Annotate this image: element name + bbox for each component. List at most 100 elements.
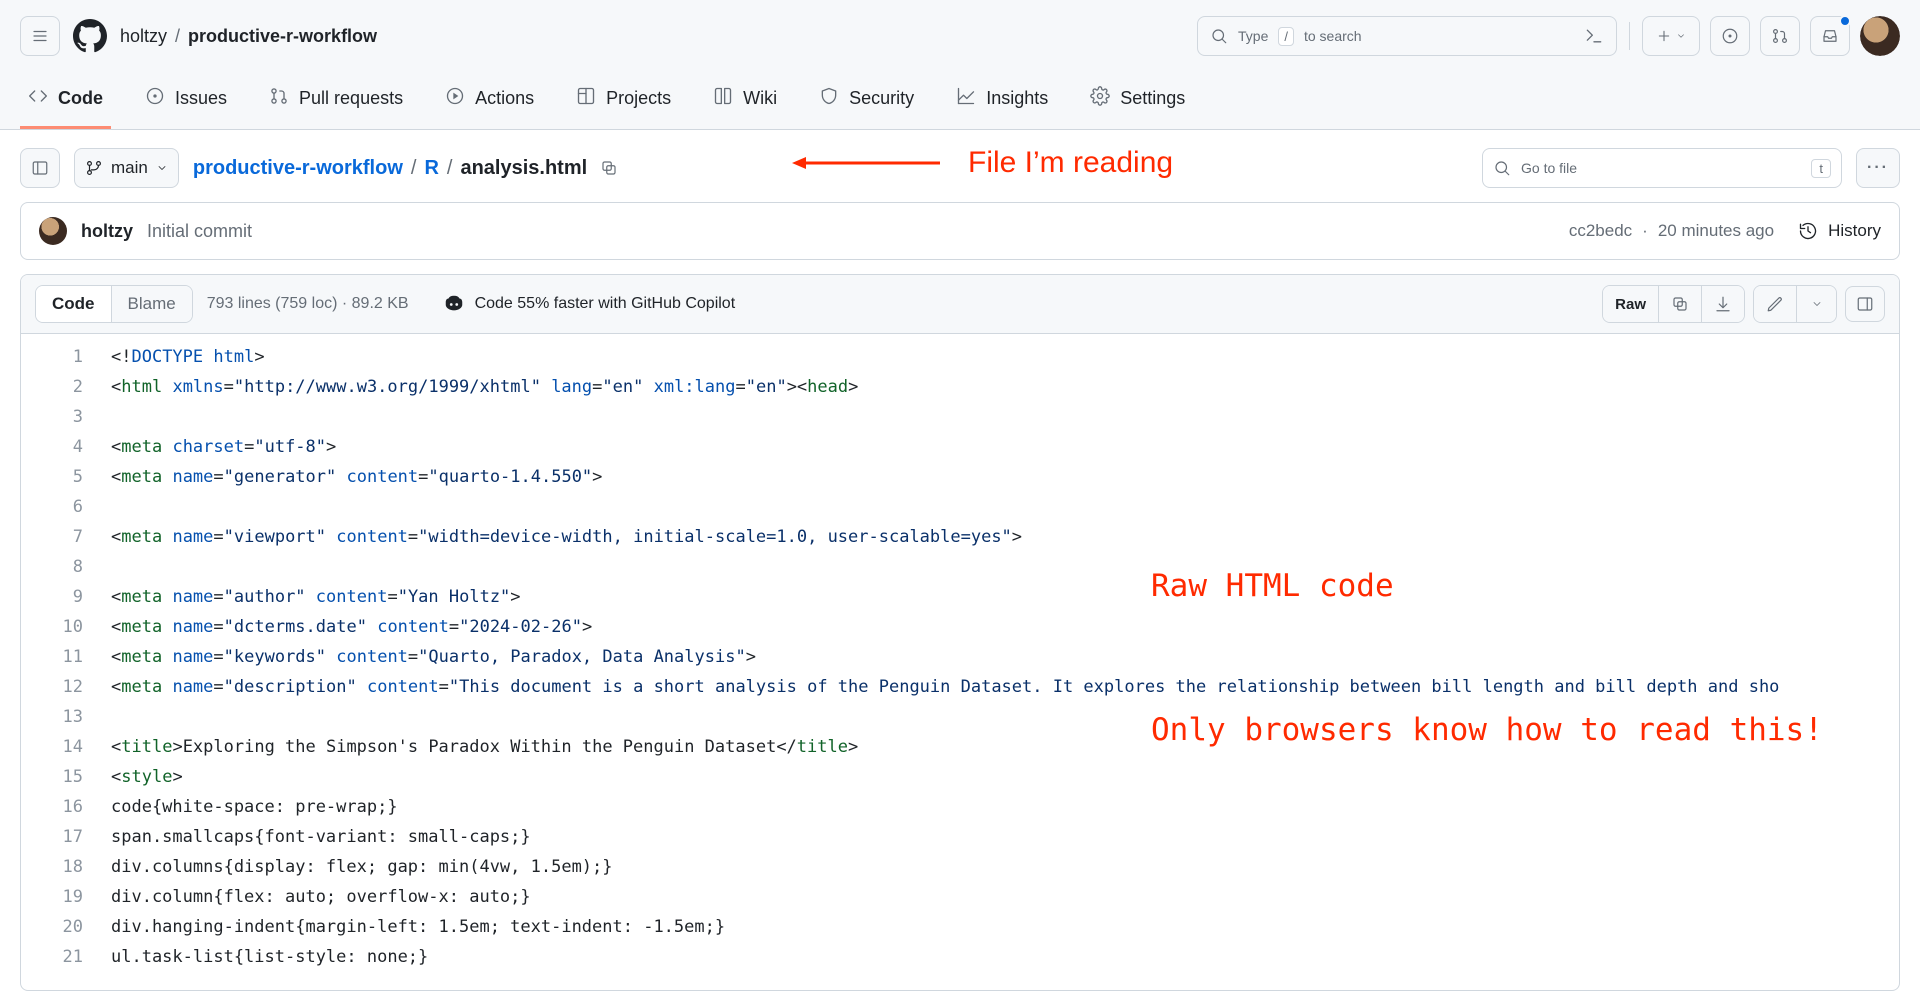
code-line[interactable]: <meta name="author" content="Yan Holtz">	[111, 582, 1899, 612]
issues-shortcut-button[interactable]	[1710, 16, 1750, 56]
code-line[interactable]	[111, 702, 1899, 732]
line-number[interactable]: 12	[21, 672, 111, 702]
code-line[interactable]: <!DOCTYPE html>	[111, 342, 1899, 372]
code-line[interactable]: <meta charset="utf-8">	[111, 432, 1899, 462]
tab-pull-requests[interactable]: Pull requests	[261, 72, 411, 129]
commit-author[interactable]: holtzy	[81, 221, 133, 242]
tab-code-label: Code	[58, 88, 103, 109]
history-link[interactable]: History	[1828, 221, 1881, 241]
code-line[interactable]	[111, 492, 1899, 522]
view-blame-tab[interactable]: Blame	[112, 286, 192, 322]
line-number[interactable]: 20	[21, 912, 111, 942]
create-new-button[interactable]	[1642, 16, 1700, 56]
edit-button[interactable]	[1754, 286, 1796, 322]
owner-link[interactable]: holtzy	[120, 26, 167, 47]
line-number[interactable]: 15	[21, 762, 111, 792]
global-search-input[interactable]: Type / to search	[1197, 16, 1617, 56]
line-number[interactable]: 6	[21, 492, 111, 522]
code-line[interactable]: div.hanging-indent{margin-left: 1.5em; t…	[111, 912, 1899, 942]
code-blame-segment: Code Blame	[35, 285, 193, 323]
code-line[interactable]: <meta name="generator" content="quarto-1…	[111, 462, 1899, 492]
line-number[interactable]: 2	[21, 372, 111, 402]
code-line[interactable]	[111, 402, 1899, 432]
code-line[interactable]	[111, 552, 1899, 582]
line-number[interactable]: 3	[21, 402, 111, 432]
line-number[interactable]: 17	[21, 822, 111, 852]
commit-author-avatar[interactable]	[39, 217, 67, 245]
pulls-shortcut-button[interactable]	[1760, 16, 1800, 56]
commit-dot: ·	[1642, 221, 1648, 241]
code-icon	[28, 86, 48, 106]
commit-sha[interactable]: cc2bedc	[1569, 221, 1632, 241]
tab-actions[interactable]: Actions	[437, 72, 542, 129]
tab-settings[interactable]: Settings	[1082, 72, 1193, 129]
code-line[interactable]: <meta name="viewport" content="width=dev…	[111, 522, 1899, 552]
line-number[interactable]: 11	[21, 642, 111, 672]
path-sep: /	[447, 157, 453, 180]
commit-message[interactable]: Initial commit	[147, 221, 252, 242]
hamburger-button[interactable]	[20, 16, 60, 56]
line-number[interactable]: 1	[21, 342, 111, 372]
tab-code[interactable]: Code	[20, 72, 111, 129]
download-button[interactable]	[1701, 286, 1744, 322]
code-line[interactable]: code{white-space: pre-wrap;}	[111, 792, 1899, 822]
line-number[interactable]: 16	[21, 792, 111, 822]
github-logo-icon[interactable]	[70, 16, 110, 56]
code-line[interactable]: div.column{flex: auto; overflow-x: auto;…	[111, 882, 1899, 912]
line-number[interactable]: 13	[21, 702, 111, 732]
line-number[interactable]: 4	[21, 432, 111, 462]
raw-button[interactable]: Raw	[1603, 286, 1658, 322]
view-code-tab[interactable]: Code	[36, 286, 112, 322]
user-avatar[interactable]	[1860, 16, 1900, 56]
tab-issues[interactable]: Issues	[137, 72, 235, 129]
code-line[interactable]: <meta name="dcterms.date" content="2024-…	[111, 612, 1899, 642]
code-toolbar: Code Blame 793 lines (759 loc) · 89.2 KB…	[21, 275, 1899, 334]
code-line[interactable]: <meta name="keywords" content="Quarto, P…	[111, 642, 1899, 672]
code-line[interactable]: span.smallcaps{font-variant: small-caps;…	[111, 822, 1899, 852]
command-palette-icon[interactable]	[1584, 26, 1604, 46]
tab-insights[interactable]: Insights	[948, 72, 1056, 129]
line-number[interactable]: 8	[21, 552, 111, 582]
edit-menu-button[interactable]	[1796, 286, 1836, 322]
path-dir-link[interactable]: R	[424, 157, 438, 180]
line-number[interactable]: 7	[21, 522, 111, 552]
copy-raw-button[interactable]	[1658, 286, 1701, 322]
code-line[interactable]: ul.task-list{list-style: none;}	[111, 942, 1899, 972]
repo-tabs: Code Issues Pull requests Actions Projec…	[0, 72, 1920, 130]
file-navigation-bar: main productive-r-workflow / R / analysi…	[0, 130, 1920, 202]
tab-projects[interactable]: Projects	[568, 72, 679, 129]
line-number[interactable]: 10	[21, 612, 111, 642]
side-panel-toggle[interactable]	[20, 148, 60, 188]
notifications-button[interactable]	[1810, 16, 1850, 56]
kebab-icon: ···	[1867, 159, 1889, 177]
go-to-file-input[interactable]: Go to file t	[1482, 148, 1842, 188]
more-options-button[interactable]: ···	[1856, 148, 1900, 188]
symbols-button[interactable]	[1845, 286, 1885, 322]
copy-path-button[interactable]	[595, 154, 623, 182]
line-number[interactable]: 19	[21, 882, 111, 912]
gear-icon	[1090, 86, 1110, 106]
search-icon	[1210, 27, 1228, 45]
line-number[interactable]: 14	[21, 732, 111, 762]
line-number[interactable]: 5	[21, 462, 111, 492]
branch-select[interactable]: main	[74, 148, 179, 188]
code-line[interactable]: <meta name="description" content="This d…	[111, 672, 1899, 702]
file-path-breadcrumb: productive-r-workflow / R / analysis.htm…	[193, 154, 623, 182]
copilot-banner[interactable]: Code 55% faster with GitHub Copilot	[443, 293, 736, 315]
search-icon	[1493, 159, 1511, 177]
plus-icon	[1656, 28, 1672, 44]
code-area[interactable]: 1<!DOCTYPE html>2<html xmlns="http://www…	[21, 334, 1899, 990]
tab-security[interactable]: Security	[811, 72, 922, 129]
line-number[interactable]: 9	[21, 582, 111, 612]
path-root-link[interactable]: productive-r-workflow	[193, 157, 403, 180]
code-line[interactable]: <title>Exploring the Simpson's Paradox W…	[111, 732, 1899, 762]
repo-link[interactable]: productive-r-workflow	[188, 26, 377, 47]
tab-wiki[interactable]: Wiki	[705, 72, 785, 129]
line-number[interactable]: 21	[21, 942, 111, 972]
history-icon[interactable]	[1798, 221, 1818, 241]
code-line[interactable]: <html xmlns="http://www.w3.org/1999/xhtm…	[111, 372, 1899, 402]
line-number[interactable]: 18	[21, 852, 111, 882]
code-line[interactable]: div.columns{display: flex; gap: min(4vw,…	[111, 852, 1899, 882]
code-line[interactable]: <style>	[111, 762, 1899, 792]
git-pull-request-icon	[1771, 27, 1789, 45]
